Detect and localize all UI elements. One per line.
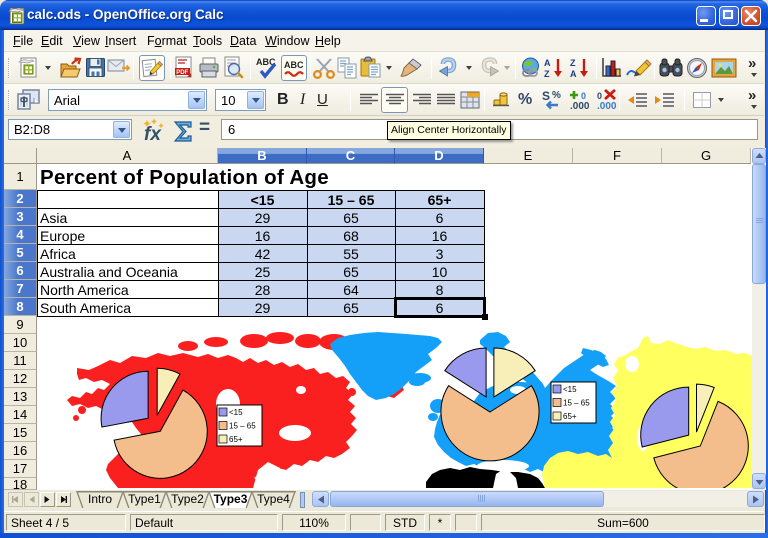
svg-text:65+: 65+ — [229, 435, 243, 444]
svg-text:0: 0 — [581, 91, 586, 101]
svg-text:ABC: ABC — [284, 60, 304, 70]
svg-text:0: 0 — [597, 91, 602, 101]
svg-text:%: % — [552, 90, 561, 101]
svg-text:<15: <15 — [563, 385, 577, 394]
svg-text:fx: fx — [144, 124, 162, 144]
svg-text:<15: <15 — [229, 408, 243, 417]
svg-text:A: A — [570, 69, 577, 79]
svg-text:15 – 65: 15 – 65 — [229, 422, 256, 431]
svg-text:.000: .000 — [570, 101, 590, 111]
svg-text:A: A — [544, 58, 551, 68]
svg-text:Z: Z — [544, 69, 550, 79]
svg-text:.000: .000 — [597, 101, 617, 111]
svg-text:65+: 65+ — [563, 412, 577, 421]
svg-text:PDF: PDF — [176, 70, 188, 76]
svg-text:15 – 65: 15 – 65 — [563, 399, 590, 408]
svg-text:S: S — [542, 89, 550, 103]
svg-text:Z: Z — [570, 58, 576, 68]
